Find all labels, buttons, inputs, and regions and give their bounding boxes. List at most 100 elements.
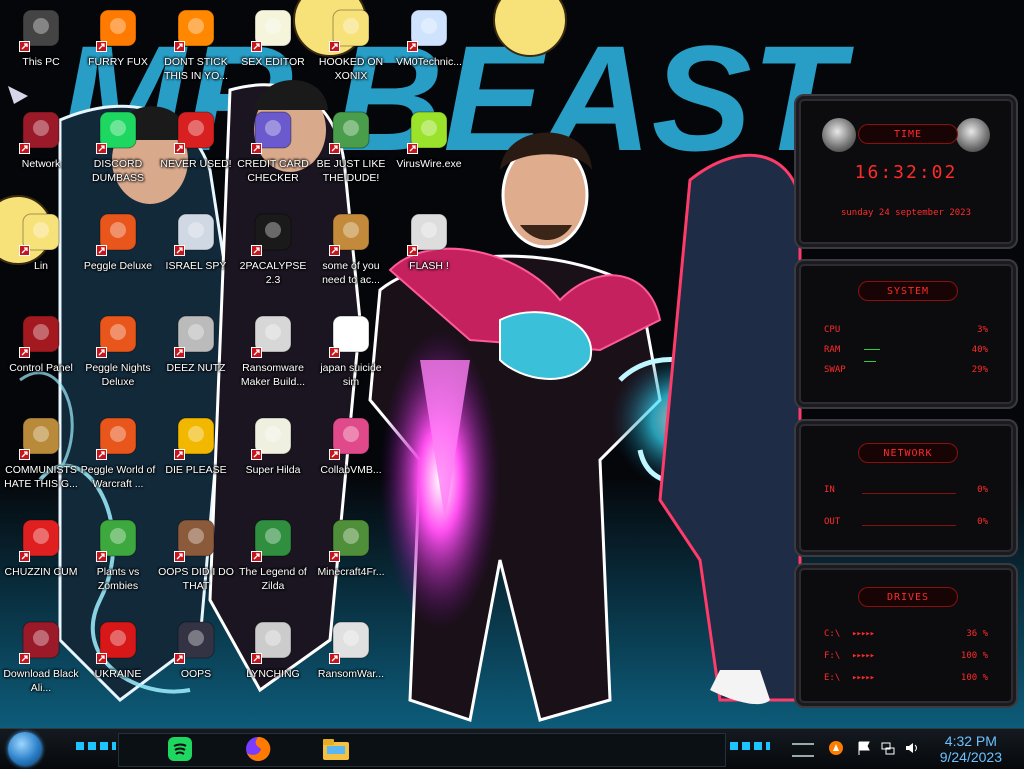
desktop-icon[interactable]: VirusWire.exe — [390, 108, 468, 208]
desktop-icon[interactable]: Peggle Nights Deluxe — [79, 312, 157, 412]
desktop-icon-label: BE JUST LIKE THE DUDE! — [316, 158, 386, 184]
alien-logo-icon — [822, 118, 856, 152]
desktop-icon[interactable]: DONT STICK THIS IN YO... — [157, 6, 235, 106]
drive-c-value: 36 % — [966, 629, 988, 639]
desktop-icon-label: Peggle Nights Deluxe — [85, 362, 151, 388]
shortcut-arrow-icon — [174, 449, 185, 460]
net-out-label: OUT — [824, 517, 841, 527]
desktop-icon[interactable]: HOOKED ON XONIX — [312, 6, 390, 106]
desktop-icon[interactable]: SEX EDITOR — [234, 6, 312, 106]
character-icon — [329, 108, 373, 154]
desktop-icon[interactable]: Download Black Ali... — [2, 618, 80, 718]
shortcut-arrow-icon — [19, 143, 30, 154]
drive-e-label: E:\ — [824, 673, 841, 683]
shortcut-arrow-icon — [329, 347, 340, 358]
dreamweaver-icon — [174, 414, 218, 460]
desktop-icon[interactable]: RansomWar... — [312, 618, 390, 718]
desktop-icon[interactable]: Network — [2, 108, 80, 208]
drive-f-label: F:\ — [824, 651, 841, 661]
desktop-icon[interactable]: FURRY FUX — [79, 6, 157, 106]
desktop-icon[interactable]: The Legend of Zilda — [234, 516, 312, 616]
cpu-value: 3% — [977, 325, 988, 335]
desktop-icon[interactable]: DEEZ NUTZ — [157, 312, 235, 412]
taskbar-firefox-button[interactable] — [238, 732, 278, 766]
desktop-icon[interactable]: some of you need to ac... — [312, 210, 390, 310]
drive-f-bar: ▸▸▸▸▸ — [852, 651, 875, 661]
keyboard-icon[interactable] — [792, 743, 814, 757]
shortcut-arrow-icon — [329, 245, 340, 256]
avast-icon[interactable] — [828, 740, 844, 756]
shortcut-arrow-icon — [329, 551, 340, 562]
shortcut-arrow-icon — [19, 347, 30, 358]
desktop-icon-label: DISCORD DUMBASS — [92, 158, 144, 184]
swap-row: SWAP 29% — [824, 365, 988, 379]
volume-icon[interactable] — [904, 740, 920, 756]
desktop-icon-label: LYNCHING — [246, 668, 300, 680]
shortcut-arrow-icon — [329, 143, 340, 154]
desktop-icon-label: COMMUNISTS HATE THIS G... — [4, 464, 78, 490]
desktop-icon[interactable]: Super Hilda — [234, 414, 312, 514]
desktop-icon[interactable]: VM0Technic... — [390, 6, 468, 106]
lime-icon — [407, 108, 451, 154]
shortcut-arrow-icon — [251, 143, 262, 154]
alien-orb-icon — [19, 108, 63, 154]
desktop-icon-label: DIE PLEASE — [165, 464, 227, 476]
desktop-icon-label: NEVER USED! — [160, 158, 232, 170]
taskbar-time: 4:32 PM — [944, 733, 997, 749]
desktop-icon-label: Download Black Ali... — [3, 668, 79, 694]
desktop-icon-label: ISRAEL SPY — [165, 260, 227, 272]
time-widget: TIME 16:32:02 sunday 24 september 2023 — [794, 94, 1018, 249]
desktop-icon[interactable]: OOPS DID I DO THAT — [157, 516, 235, 616]
taskbar-file-explorer-button[interactable] — [316, 732, 356, 766]
desktop-icon[interactable]: CREDIT CARD CHECKER — [234, 108, 312, 208]
desktop-icon[interactable]: Minecraft4Fr... — [312, 516, 390, 616]
swap-level-bar — [864, 361, 876, 362]
net-in-value: 0% — [977, 485, 988, 495]
desktop-icon-label: RansomWar... — [317, 668, 385, 680]
desktop-icon[interactable]: Peggle World of Warcraft ... — [79, 414, 157, 514]
shortcut-arrow-icon — [251, 245, 262, 256]
cpu-label: CPU — [824, 325, 841, 335]
shortcut-arrow-icon — [174, 347, 185, 358]
desktop-icon[interactable]: 2PACALYPSE 2.3 — [234, 210, 312, 310]
desktop-icon-label: HOOKED ON XONIX — [318, 56, 384, 82]
desktop-icon[interactable]: OOPS — [157, 618, 235, 718]
taskbar-app-tray — [118, 733, 726, 767]
desktop-icon-label: 2PACALYPSE 2.3 — [239, 260, 307, 286]
desktop-icon[interactable]: This PC — [2, 6, 80, 106]
network-icon[interactable] — [880, 740, 896, 756]
desktop-icon[interactable]: ISRAEL SPY — [157, 210, 235, 310]
desktop-icon[interactable]: Ransomware Maker Build... — [234, 312, 312, 412]
desktop-icon[interactable]: DISCORD DUMBASS — [79, 108, 157, 208]
windows-stack-icon — [174, 312, 218, 358]
desktop-icon[interactable]: FLASH ! — [390, 210, 468, 310]
desktop-icon[interactable]: Control Panel — [2, 312, 80, 412]
shortcut-arrow-icon — [407, 245, 418, 256]
shortcut-arrow-icon — [251, 551, 262, 562]
desktop-icon[interactable]: NEVER USED! — [157, 108, 235, 208]
dev-cpp-icon — [174, 108, 218, 154]
desktop-icon[interactable]: japan suicide sim — [312, 312, 390, 412]
taskbar-decor-left — [76, 742, 116, 750]
start-button[interactable] — [8, 732, 42, 766]
desktop-icon-label: DEEZ NUTZ — [166, 362, 226, 374]
desktop-icon[interactable]: DIE PLEASE — [157, 414, 235, 514]
desktop-icon[interactable]: UKRAINE — [79, 618, 157, 718]
desktop-icon[interactable]: CHUZZIN CUM — [2, 516, 80, 616]
flag-icon[interactable] — [856, 740, 872, 756]
shortcut-arrow-icon — [96, 449, 107, 460]
taskbar-spotify-button[interactable] — [160, 732, 200, 766]
desktop-icon[interactable]: CollabVMB... — [312, 414, 390, 514]
desktop-icon-label: SEX EDITOR — [241, 56, 305, 68]
terminal-icon — [251, 210, 295, 256]
taskbar-clock[interactable]: 4:32 PM 9/24/2023 — [940, 733, 1002, 765]
system-widget: SYSTEM CPU 3% RAM 40% SWAP 29% — [794, 259, 1018, 409]
desktop-icon[interactable]: Peggle Deluxe — [79, 210, 157, 310]
desktop-icon[interactable]: COMMUNISTS HATE THIS G... — [2, 414, 80, 514]
desktop-icon[interactable]: LYNCHING — [234, 618, 312, 718]
desktop-icon[interactable]: BE JUST LIKE THE DUDE! — [312, 108, 390, 208]
desktop-icon[interactable]: Plants vs Zombies — [79, 516, 157, 616]
shortcut-arrow-icon — [19, 245, 30, 256]
minecraft-icon — [329, 516, 373, 562]
desktop-icon[interactable]: Lin — [2, 210, 80, 310]
